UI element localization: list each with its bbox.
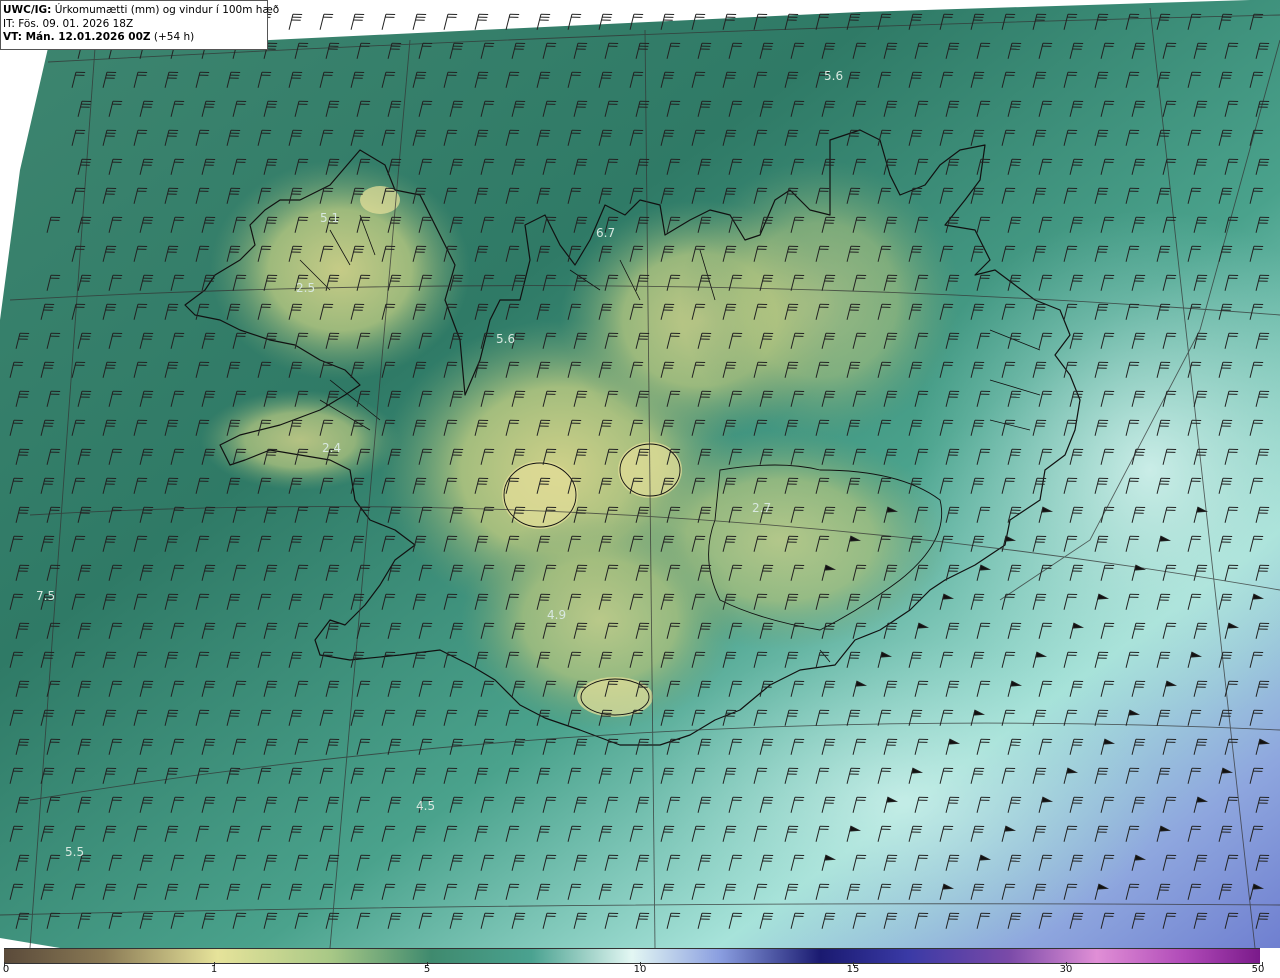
weather-map: 5.6 5.1 6.7 2.5 5.6 2.4 2.7 7.5 4.9 4.5 …: [0, 0, 1280, 948]
wind-barb: [443, 13, 458, 30]
init-time: IT: Fös. 09. 01. 2026 18Z: [3, 17, 134, 30]
map-info-box: UWC/IG: Úrkomumætti (mm) og vindur í 100…: [0, 0, 279, 50]
colorbar: 0 1 5 10 15 30 50: [0, 948, 1280, 978]
precip-label: 4.9: [547, 608, 566, 622]
colorbar-label: 50: [1251, 964, 1265, 975]
wind-barb: [412, 13, 427, 30]
precip-label: 2.4: [322, 441, 341, 455]
forecast-offset: (+54 h): [153, 31, 195, 43]
wind-barb: [381, 13, 396, 30]
wind-barb: [474, 13, 489, 30]
model-name: UWC/IG:: [3, 4, 52, 16]
precip-label: 6.7: [596, 226, 615, 240]
precip-label: 5.1: [320, 211, 339, 225]
precip-label: 7.5: [36, 589, 55, 603]
precip-label: 5.5: [65, 845, 84, 859]
valid-time-line: VT: Mán. 12.01.2026 00Z (+54 h): [3, 31, 267, 45]
valid-time: VT: Mán. 12.01.2026 00Z: [3, 31, 151, 43]
precip-label: 5.6: [496, 332, 515, 346]
colorbar-label: 15: [846, 964, 860, 975]
colorbar-label: 5: [423, 964, 431, 975]
precip-label: 4.5: [416, 799, 435, 813]
precip-label: 2.7: [752, 501, 771, 515]
colorbar-label: 1: [210, 964, 218, 975]
wind-barb: [288, 13, 303, 30]
wind-barb: [350, 13, 365, 30]
colorbar-label: 10: [633, 964, 647, 975]
title-line: UWC/IG: Úrkomumætti (mm) og vindur í 100…: [3, 4, 279, 18]
wind-barb: [319, 13, 334, 30]
precip-label: 5.6: [824, 69, 843, 83]
colorbar-strip: [4, 948, 1260, 964]
colorbar-label: 30: [1059, 964, 1073, 975]
map-title: Úrkomumætti (mm) og vindur í 100m hæð: [54, 4, 280, 16]
colorbar-label: 0: [2, 964, 10, 975]
precip-label: 2.5: [296, 281, 315, 295]
